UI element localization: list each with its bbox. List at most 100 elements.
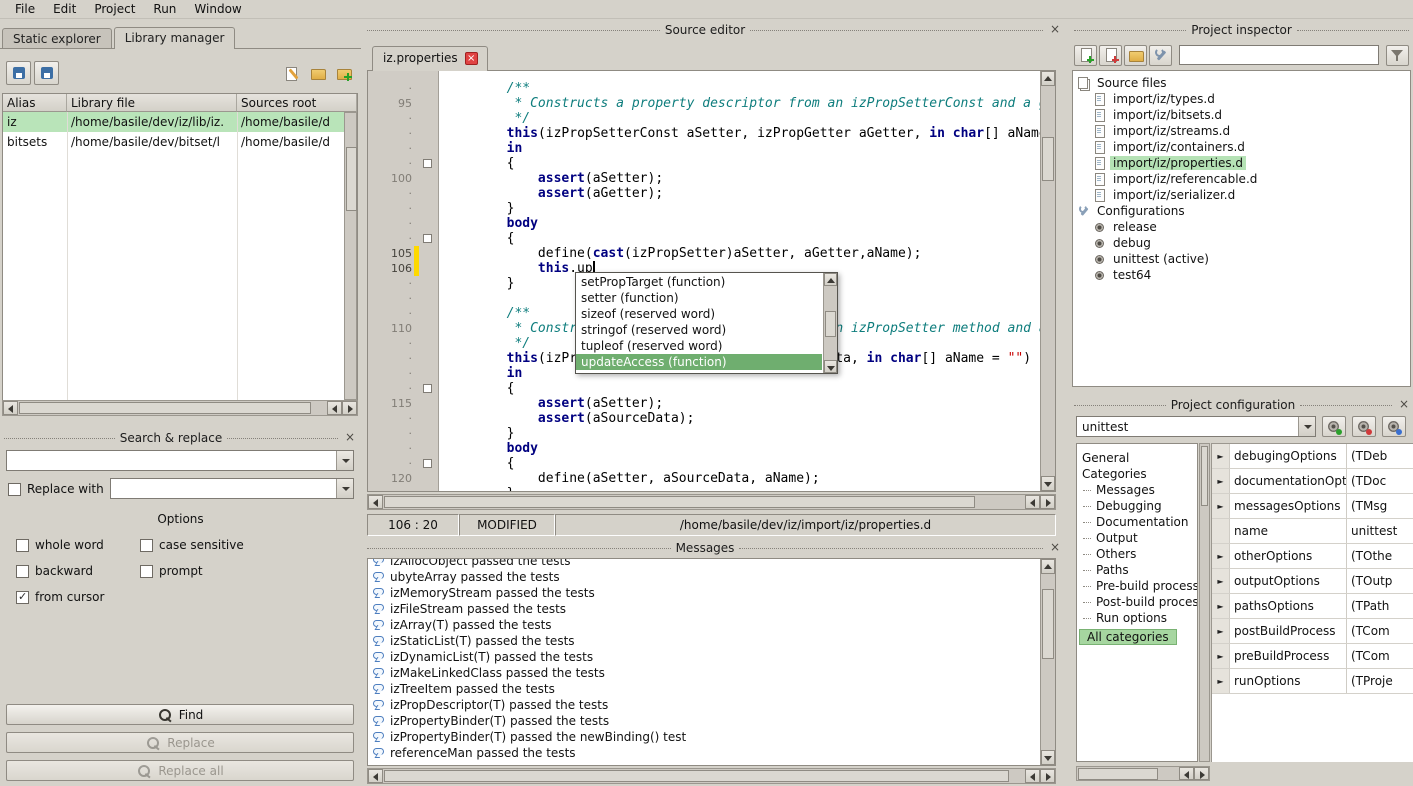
scroll-right-icon[interactable]	[1040, 495, 1055, 509]
grid-row[interactable]: ►debugingOptions(TDeb	[1212, 444, 1413, 469]
message-item[interactable]: izAllocObject passed the tests	[368, 558, 1055, 569]
category-item[interactable]: Pre-build process	[1077, 578, 1197, 594]
edit-library-button[interactable]	[280, 61, 303, 84]
scrollbar-thumb[interactable]	[384, 770, 1009, 782]
expander-icon[interactable]: ►	[1212, 619, 1230, 643]
scrollbar-thumb[interactable]	[825, 311, 836, 337]
menu-edit[interactable]: Edit	[44, 0, 85, 19]
expander-icon[interactable]: ►	[1212, 544, 1230, 568]
tree-item[interactable]: import/iz/containers.d	[1073, 139, 1410, 155]
scroll-down-icon[interactable]	[824, 360, 837, 373]
tree-item[interactable]: import/iz/bitsets.d	[1073, 107, 1410, 123]
editor-v-scrollbar[interactable]	[1040, 71, 1055, 491]
open-library-button[interactable]	[306, 61, 329, 84]
tree-item[interactable]: import/iz/referencable.d	[1073, 171, 1410, 187]
code-line[interactable]: {	[444, 156, 1040, 171]
completion-item[interactable]: setPropTarget (function)	[576, 274, 822, 290]
code-line[interactable]: define(cast(izPropSetter)aSetter, aGette…	[444, 246, 1040, 261]
code-line[interactable]: {	[444, 456, 1040, 471]
message-item[interactable]: izPropertyBinder(T) passed the tests	[368, 713, 1055, 729]
tree-item[interactable]: import/iz/streams.d	[1073, 123, 1410, 139]
close-tab-icon[interactable]: ×	[465, 52, 478, 65]
tree-item[interactable]: debug	[1073, 235, 1410, 251]
replace-button[interactable]: Replace	[6, 732, 354, 753]
close-icon[interactable]: ×	[343, 431, 357, 445]
expander-icon[interactable]: ►	[1212, 444, 1230, 468]
expander-icon[interactable]: ►	[1212, 594, 1230, 618]
dropdown-arrow-icon[interactable]	[336, 451, 353, 470]
scroll-left-icon[interactable]	[327, 401, 342, 415]
scroll-left-icon[interactable]	[1025, 495, 1040, 509]
whole-word-checkbox[interactable]	[16, 539, 29, 552]
code-line[interactable]: body	[444, 216, 1040, 231]
scroll-left-icon[interactable]	[1179, 767, 1194, 780]
message-item[interactable]: izMakeLinkedClass passed the tests	[368, 665, 1055, 681]
tree-item[interactable]: import/iz/properties.d	[1073, 155, 1410, 171]
code-line[interactable]: assert(aGetter);	[444, 186, 1040, 201]
code-line[interactable]: }	[444, 201, 1040, 216]
scroll-up-icon[interactable]	[824, 273, 837, 286]
code-line[interactable]: assert(aSetter);	[444, 396, 1040, 411]
code-line[interactable]: * Constructs a property descriptor from …	[444, 96, 1040, 111]
tree-item[interactable]: import/iz/serializer.d	[1073, 187, 1410, 203]
load-library-list-button[interactable]	[34, 61, 59, 85]
message-item[interactable]: ubyteArray passed the tests	[368, 569, 1055, 585]
expander-icon[interactable]: ►	[1212, 469, 1230, 493]
menu-project[interactable]: Project	[85, 0, 144, 19]
completion-item[interactable]: setter (function)	[576, 290, 822, 306]
completion-v-scrollbar[interactable]	[823, 273, 837, 373]
grid-row[interactable]: ►postBuildProcess(TCom	[1212, 619, 1413, 644]
column-header-alias[interactable]: Alias	[3, 94, 67, 112]
scrollbar-thumb[interactable]	[1042, 137, 1054, 181]
grid-row[interactable]: ►preBuildProcess(TCom	[1212, 644, 1413, 669]
menu-run[interactable]: Run	[144, 0, 185, 19]
code-line[interactable]: define(aSetter, aSourceData, aName);	[444, 471, 1040, 486]
editor-h-scrollbar[interactable]	[367, 494, 1056, 510]
tab-static-explorer[interactable]: Static explorer	[2, 28, 112, 48]
inspector-filter-input[interactable]	[1179, 45, 1379, 65]
code-line[interactable]: */	[444, 111, 1040, 126]
code-line[interactable]: this(izPropSetterConst aSetter, izPropGe…	[444, 126, 1040, 141]
messages-dock-title[interactable]: Messages ×	[367, 540, 1062, 556]
menu-file[interactable]: File	[6, 0, 44, 19]
project-inspector-dock-title[interactable]: Project inspector	[1074, 22, 1409, 38]
source-editor-dock-title[interactable]: Source editor ×	[367, 22, 1062, 38]
case-sensitive-checkbox[interactable]	[140, 539, 153, 552]
category-item[interactable]: Messages	[1077, 482, 1197, 498]
tree-item[interactable]: unittest (active)	[1073, 251, 1410, 267]
category-item[interactable]: Categories	[1077, 466, 1197, 482]
table-row[interactable]: bitsets/home/basile/dev/bitset/l/home/ba…	[3, 132, 357, 152]
remove-configuration-button[interactable]	[1352, 416, 1376, 437]
remove-source-file-button[interactable]	[1099, 45, 1122, 66]
category-item[interactable]: General	[1077, 450, 1197, 466]
completion-item[interactable]: updateAccess (function)	[576, 354, 822, 370]
message-item[interactable]: izStaticList(T) passed the tests	[368, 633, 1055, 649]
replace-input[interactable]	[111, 479, 336, 498]
add-configuration-button[interactable]	[1382, 416, 1406, 437]
code-line[interactable]: assert(aSetter);	[444, 171, 1040, 186]
scrollbar-thumb[interactable]	[384, 496, 975, 508]
message-item[interactable]: referenceMan passed the tests	[368, 745, 1055, 761]
dropdown-arrow-icon[interactable]	[1298, 417, 1315, 436]
library-v-scrollbar[interactable]	[344, 112, 357, 400]
expander-icon[interactable]: ►	[1212, 644, 1230, 668]
scroll-up-icon[interactable]	[1041, 559, 1055, 574]
scrollbar-thumb[interactable]	[1078, 768, 1158, 780]
tab-library-manager[interactable]: Library manager	[114, 27, 236, 49]
find-button[interactable]: Find	[6, 704, 354, 725]
category-item[interactable]: Paths	[1077, 562, 1197, 578]
grid-row[interactable]: ►otherOptions(TOthe	[1212, 544, 1413, 569]
category-item[interactable]: Run options	[1077, 610, 1197, 626]
add-folder-button[interactable]	[1124, 45, 1147, 66]
save-library-list-button[interactable]	[6, 61, 31, 85]
grid-row[interactable]: ►outputOptions(TOutp	[1212, 569, 1413, 594]
grid-row[interactable]: ►documentationOpti(TDoc	[1212, 469, 1413, 494]
fold-icon[interactable]	[419, 231, 436, 246]
expander-icon[interactable]: ►	[1212, 569, 1230, 593]
category-item[interactable]: Documentation	[1077, 514, 1197, 530]
code-line[interactable]: }	[444, 486, 1040, 491]
fold-icon[interactable]	[419, 381, 436, 396]
expander-icon[interactable]	[1212, 519, 1230, 543]
message-item[interactable]: izPropertyBinder(T) passed the newBindin…	[368, 729, 1055, 745]
grid-row[interactable]: ►pathsOptions(TPath	[1212, 594, 1413, 619]
